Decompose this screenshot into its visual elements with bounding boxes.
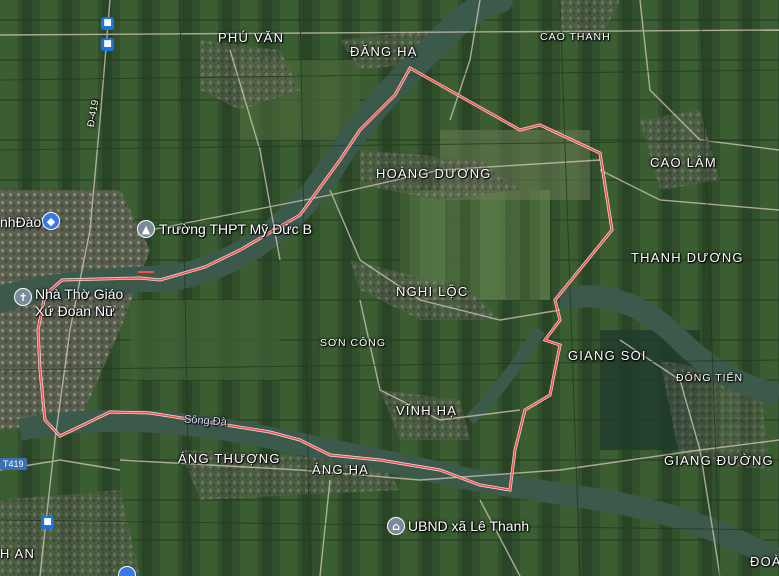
poi-label-school[interactable]: Trường THPT Mỹ Đức B [159, 221, 312, 237]
bus-stop-icon[interactable]: ■ [101, 17, 114, 30]
place-label-h-an: H AN [0, 546, 36, 561]
place-label-cao-lam: CAO LÂM [650, 155, 717, 170]
place-label-giang-soi: GIANG SOI [568, 348, 647, 363]
place-label-cao-thanh: CAO THÀNH [540, 31, 611, 43]
place-label-ang-thuong: ÁNG THƯỢNG [178, 451, 281, 466]
bus-stop-icon[interactable]: ■ [41, 516, 54, 529]
place-label-giang-duong: GIANG ĐƯỜNG [664, 453, 774, 468]
poi-label-church-line1[interactable]: Nhà Thờ Giáo [35, 286, 123, 302]
poi-label-ubnd[interactable]: UBND xã Lê Thanh [408, 518, 529, 534]
place-label-doa: ĐOÀ [750, 554, 779, 569]
place-label-vinh-ha: VĨNH HẠ [396, 403, 458, 418]
place-label-phu-van: PHÚ VĂN [218, 30, 285, 45]
satellite-map[interactable]: PHÚ VĂN ĐĂNG HẠ CAO THÀNH CAO LÂM HOÀNG … [0, 0, 779, 576]
bus-stop-icon[interactable]: ■ [101, 38, 114, 51]
road-shield-t419: T419 [0, 458, 27, 470]
poi-label-nhdao[interactable]: nhĐào [0, 214, 41, 230]
church-icon[interactable]: ✝ [14, 288, 32, 306]
place-label-son-cong: SƠN CÔNG [320, 337, 387, 349]
school-icon[interactable]: ▲ [137, 220, 155, 238]
place-label-nghi-loc: NGHI LỘC [396, 284, 469, 299]
place-label-hoang-duong: HOÀNG DƯƠNG [376, 166, 492, 181]
place-label-thanh-duong: THANH DƯƠNG [631, 250, 744, 265]
place-label-dang-ha: ĐĂNG HẠ [350, 44, 418, 59]
government-building-icon[interactable]: ⌂ [387, 517, 405, 535]
shopping-icon[interactable]: ◆ [42, 212, 60, 230]
place-label-dong-tien: ĐÔNG TIẾN [676, 372, 744, 384]
place-label-ang-ha: ÁNG HẠ [312, 462, 370, 477]
poi-label-church-line2[interactable]: Xứ Đoan Nữ [35, 303, 114, 319]
